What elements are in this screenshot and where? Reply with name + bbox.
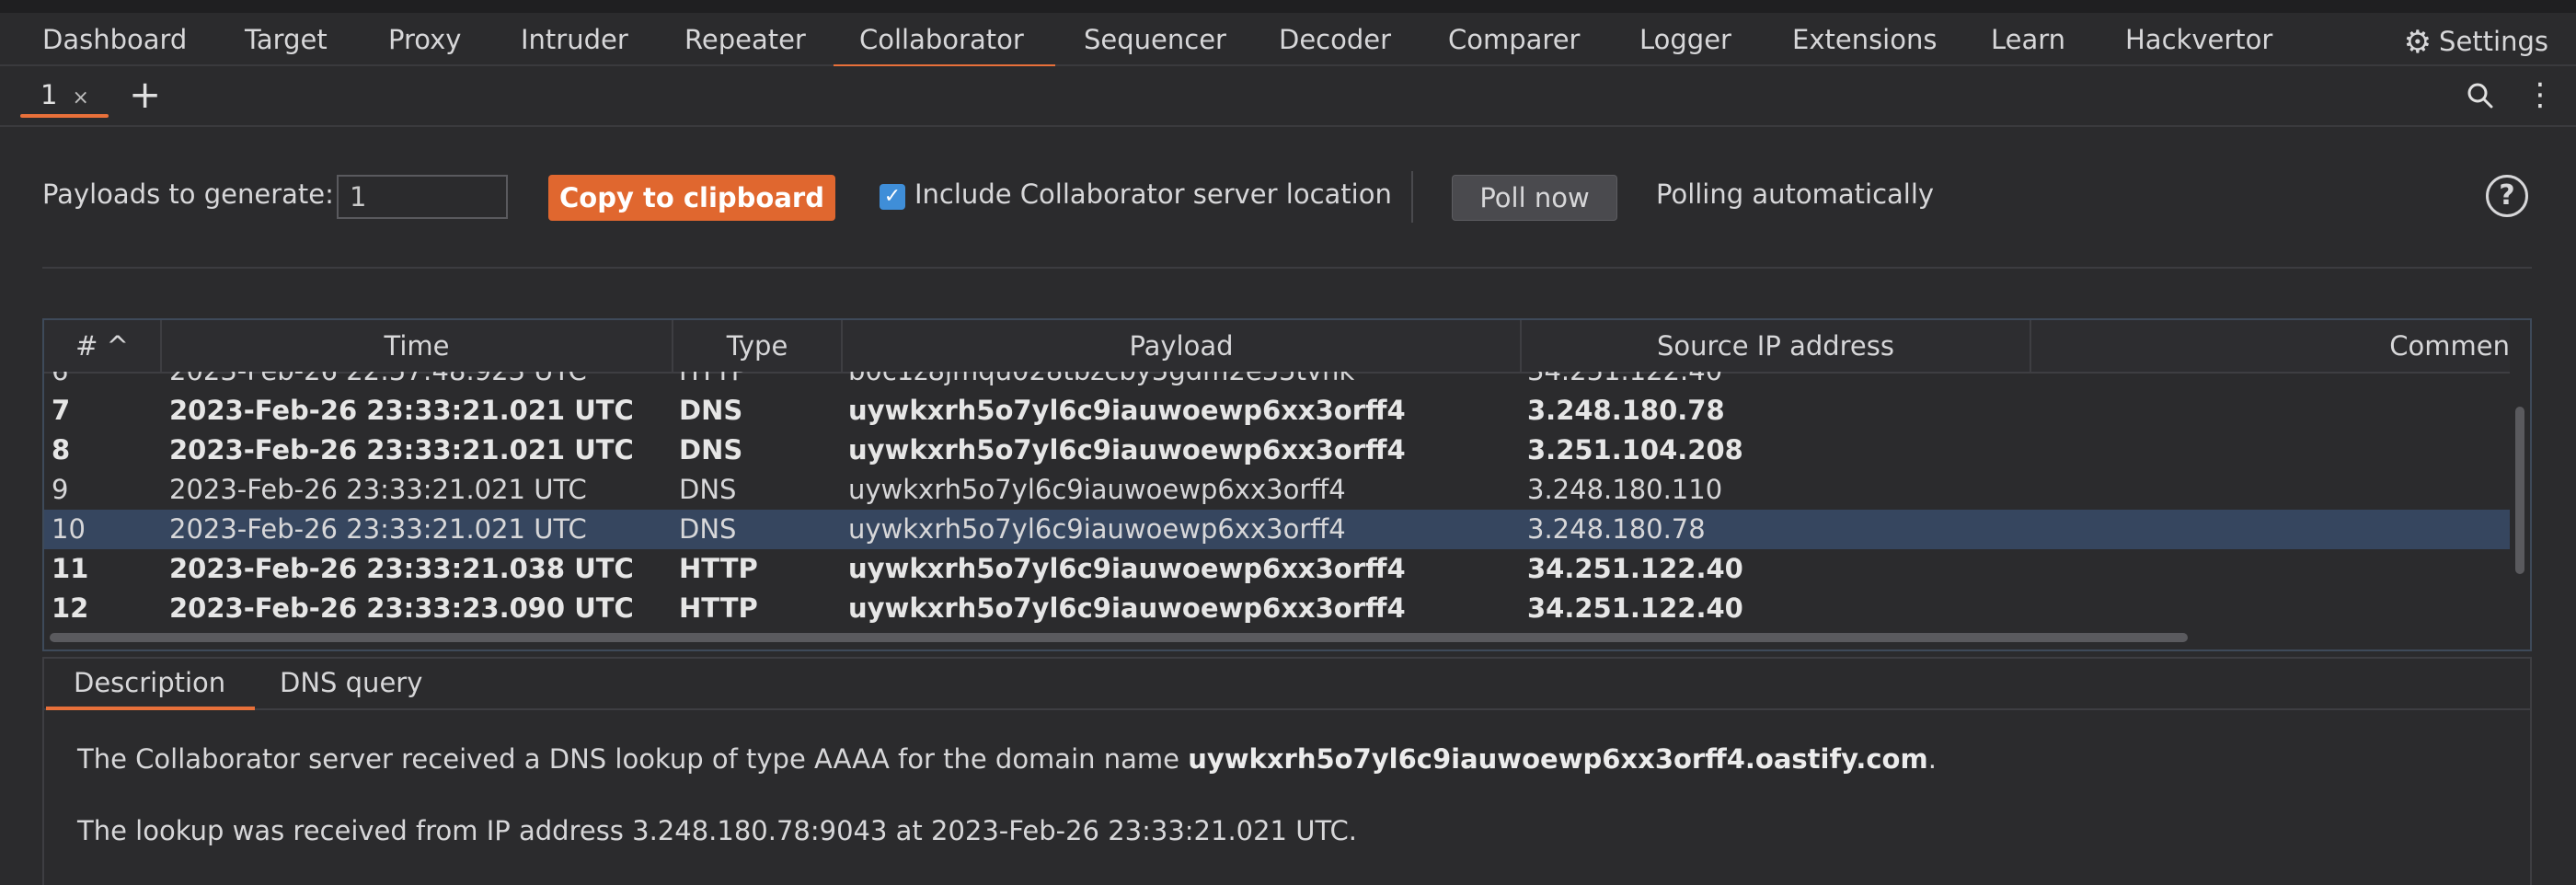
poll-now-button[interactable]: Poll now [1452,175,1617,221]
tab-description[interactable]: Description [45,659,256,710]
cell-type: DNS [679,395,743,426]
tab-dns-query[interactable]: DNS query [280,659,422,708]
column-header-number[interactable]: # ^ [44,320,162,372]
include-location-checkbox[interactable]: ✓ [880,184,905,210]
cell-source-ip: 3.248.180.78 [1527,513,1706,545]
cell-number: 10 [52,513,86,545]
tab-extensions[interactable]: Extensions [1792,18,1937,61]
column-header-source-ip[interactable]: Source IP address [1522,320,2031,372]
cell-payload: uywkxrh5o7yl6c9iauwoewp6xx3orff4 [848,592,1406,624]
search-icon[interactable] [2467,83,2493,109]
cell-time: 2023-Feb-26 23:33:21.021 UTC [169,434,634,465]
settings-label: Settings [2439,26,2548,57]
tab-collaborator[interactable]: Collaborator [834,18,1055,68]
cell-type: HTTP [679,372,747,391]
cell-time: 2023-Feb-26 23:33:21.038 UTC [169,553,634,584]
description-prefix: The Collaborator server received a DNS l… [77,743,1189,775]
cell-number: 7 [52,395,71,426]
table-header: # ^ Time Type Payload Source IP address … [44,320,2510,374]
cell-payload: uywkxrh5o7yl6c9iauwoewp6xx3orff4 [848,395,1406,426]
tab-hackvertor[interactable]: Hackvertor [2125,18,2272,61]
tab-learn[interactable]: Learn [1991,18,2065,61]
tab-proxy[interactable]: Proxy [388,18,461,61]
cell-source-ip: 34.251.122.40 [1527,592,1743,624]
table-vertical-scrollbar[interactable] [2515,407,2524,574]
tab-sequencer[interactable]: Sequencer [1084,18,1226,61]
cell-source-ip: 3.251.104.208 [1527,434,1743,465]
interaction-details-panel: Description DNS query The Collaborator s… [42,657,2532,885]
cell-number: 9 [52,474,69,505]
cell-type: DNS [679,513,737,545]
table-row[interactable]: 12 2023-Feb-26 23:33:23.090 UTC HTTP uyw… [44,589,2510,628]
cell-payload: uywkxrh5o7yl6c9iauwoewp6xx3orff4 [848,474,1346,505]
cell-payload: b0c1z8jmqu028tbzcby5gdm2e55tvhk [848,372,1354,391]
payloads-count-input[interactable] [337,175,508,219]
cell-source-ip: 3.248.180.110 [1527,474,1723,505]
column-header-time[interactable]: Time [162,320,673,372]
collaborator-toolbar: Payloads to generate: Copy to clipboard … [0,156,2576,239]
cell-time: 2023-Feb-26 23:33:21.021 UTC [169,513,587,545]
toolbar-divider [1411,171,1413,223]
include-location-label[interactable]: Include Collaborator server location [914,178,1392,210]
gear-icon: ⚙ [2403,24,2432,61]
cell-number: 6 [52,372,68,391]
table-row[interactable]: 11 2023-Feb-26 23:33:21.038 UTC HTTP uyw… [44,549,2510,589]
description-suffix: . [1927,743,1937,775]
main-tab-bar: Dashboard Target Proxy Intruder Repeater… [0,13,2576,68]
cell-number: 12 [52,592,89,624]
table-row[interactable]: 9 2023-Feb-26 23:33:21.021 UTC DNS uywkx… [44,470,2510,510]
more-options-icon[interactable]: ⋮ [2524,79,2556,110]
polling-status: Polling automatically [1656,178,1935,210]
table-row-selected[interactable]: 10 2023-Feb-26 23:33:21.021 UTC DNS uywk… [44,510,2510,549]
column-header-comment[interactable]: Commen [2031,320,2510,372]
window-top-strip [0,0,2576,13]
collaborator-subtab-bar: 1 × + ⋮ [0,66,2576,127]
table-body: 6 2023-Feb-26 22:57:48.923 UTC HTTP b0c1… [44,372,2510,635]
table-row[interactable]: 7 2023-Feb-26 23:33:21.021 UTC DNS uywkx… [44,391,2510,431]
tab-logger[interactable]: Logger [1639,18,1731,61]
toolbar-separator [42,267,2532,269]
table-row[interactable]: 8 2023-Feb-26 23:33:21.021 UTC DNS uywkx… [44,431,2510,470]
cell-time: 2023-Feb-26 23:33:23.090 UTC [169,592,634,624]
details-tab-bar: Description DNS query [44,659,2530,710]
cell-time: 2023-Feb-26 23:33:21.021 UTC [169,474,587,505]
description-domain: uywkxrh5o7yl6c9iauwoewp6xx3orff4.oastify… [1188,743,1928,775]
subtab-1[interactable]: 1 × [20,74,109,118]
payloads-to-generate-label: Payloads to generate: [42,178,334,210]
cell-number: 11 [52,553,89,584]
settings-button[interactable]: ⚙ Settings [2404,20,2548,63]
tab-intruder[interactable]: Intruder [521,18,628,61]
table-row[interactable]: 6 2023-Feb-26 22:57:48.923 UTC HTTP b0c1… [44,372,2510,391]
cell-payload: uywkxrh5o7yl6c9iauwoewp6xx3orff4 [848,553,1406,584]
interactions-table: # ^ Time Type Payload Source IP address … [42,318,2532,651]
cell-type: DNS [679,474,737,505]
cell-payload: uywkxrh5o7yl6c9iauwoewp6xx3orff4 [848,434,1406,465]
cell-source-ip: 3.248.180.78 [1527,395,1725,426]
copy-to-clipboard-button[interactable]: Copy to clipboard [548,175,835,221]
tab-comparer[interactable]: Comparer [1448,18,1580,61]
column-header-payload[interactable]: Payload [843,320,1522,372]
subtab-label: 1 [40,79,58,110]
cell-type: HTTP [679,592,758,624]
cell-type: HTTP [679,553,758,584]
add-tab-icon[interactable]: + [129,74,161,116]
tab-decoder[interactable]: Decoder [1279,18,1391,61]
cell-source-ip: 34.251.122.40 [1527,372,1722,391]
description-line-2: The lookup was received from IP address … [77,815,1357,846]
cell-source-ip: 34.251.122.40 [1527,553,1743,584]
help-icon[interactable]: ? [2486,175,2528,217]
cell-type: DNS [679,434,743,465]
tab-target[interactable]: Target [245,18,328,61]
cell-time: 2023-Feb-26 23:33:21.021 UTC [169,395,634,426]
cell-number: 8 [52,434,71,465]
cell-payload: uywkxrh5o7yl6c9iauwoewp6xx3orff4 [848,513,1346,545]
table-horizontal-scrollbar[interactable] [50,633,2188,642]
tab-dashboard[interactable]: Dashboard [42,18,187,61]
tab-repeater[interactable]: Repeater [684,18,806,61]
close-icon[interactable]: × [72,86,88,109]
description-line-1: The Collaborator server received a DNS l… [77,743,1937,775]
column-header-type[interactable]: Type [673,320,843,372]
cell-time: 2023-Feb-26 22:57:48.923 UTC [169,372,587,391]
